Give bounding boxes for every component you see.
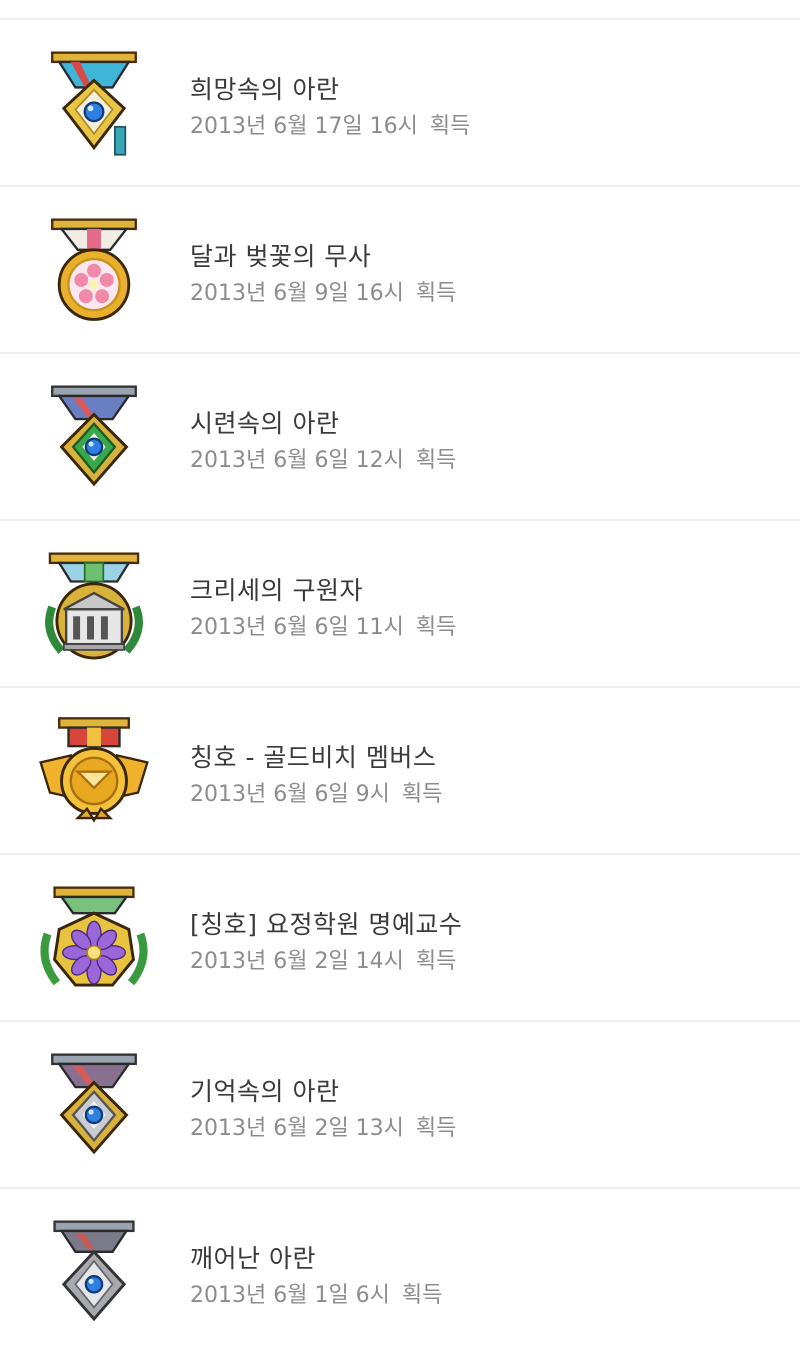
achievement-status: 획득 [415,615,457,640]
achievement-status: 획득 [401,1283,443,1308]
achievement-date: 2013년 6월 2일 13시 [190,1116,404,1141]
achievement-list: 희망속의 아란 2013년 6월 17일 16시 획득 달과 벚꽃의 무사 20… [0,0,800,1347]
achievement-title: 달과 벚꽃의 무사 [190,242,372,271]
achievement-date: 2013년 6월 6일 9시 [190,782,390,807]
achievement-meta: 2013년 6월 1일 6시 획득 [190,1277,442,1309]
temple-laurel-medal-icon [36,549,152,665]
list-item[interactable]: 크리세의 구원자 2013년 6월 6일 11시 획득 [0,521,800,688]
achievement-status: 획득 [401,782,443,807]
list-item[interactable]: 희망속의 아란 2013년 6월 17일 16시 획득 [0,20,800,187]
achievement-status: 획득 [415,448,457,473]
list-item[interactable]: 칭호 - 골드비치 멤버스 2013년 6월 6일 9시 획득 [0,688,800,855]
achievement-meta: 2013년 6월 6일 9시 획득 [190,776,442,808]
achievement-meta: 2013년 6월 9일 16시 획득 [190,275,456,307]
list-item[interactable]: 깨어난 아란 2013년 6월 1일 6시 획득 [0,1189,800,1356]
achievement-meta: 2013년 6월 17일 16시 획득 [190,108,470,140]
achievement-title: 시련속의 아란 [190,409,340,438]
achievement-meta: 2013년 6월 6일 12시 획득 [190,442,456,474]
achievement-title: 크리세의 구원자 [190,576,363,605]
achievement-title: 희망속의 아란 [190,75,340,104]
purple-flower-medal-icon [36,883,152,999]
achievement-title: 기억속의 아란 [190,1077,340,1106]
sapphire-silver-medal-icon [36,1050,152,1166]
achievement-date: 2013년 6월 2일 14시 [190,949,404,974]
achievement-meta: 2013년 6월 2일 14시 획득 [190,943,456,975]
achievement-date: 2013년 6월 6일 11시 [190,615,404,640]
achievement-title: 칭호 - 골드비치 멤버스 [190,743,437,772]
achievement-status: 획득 [415,949,457,974]
gold-winged-medal-icon [36,716,152,832]
achievement-meta: 2013년 6월 6일 11시 획득 [190,609,456,641]
sapphire-plain-medal-icon [36,1217,152,1333]
list-item[interactable]: 달과 벚꽃의 무사 2013년 6월 9일 16시 획득 [0,187,800,354]
achievement-status: 획득 [415,281,457,306]
achievement-date: 2013년 6월 6일 12시 [190,448,404,473]
achievement-date: 2013년 6월 1일 6시 [190,1283,390,1308]
sapphire-gold-medal-icon [36,48,152,164]
list-item[interactable]: [칭호] 요정학원 명예교수 2013년 6월 2일 14시 획득 [0,855,800,1022]
achievement-date: 2013년 6월 9일 16시 [190,281,404,306]
sapphire-green-medal-icon [36,382,152,498]
achievement-title: [칭호] 요정학원 명예교수 [190,910,463,939]
list-item[interactable]: 시련속의 아란 2013년 6월 6일 12시 획득 [0,354,800,521]
list-item[interactable]: 기억속의 아란 2013년 6월 2일 13시 획득 [0,1022,800,1189]
achievement-date: 2013년 6월 17일 16시 [190,114,418,139]
achievement-title: 깨어난 아란 [190,1244,316,1273]
cherry-blossom-medal-icon [36,215,152,331]
achievement-meta: 2013년 6월 2일 13시 획득 [190,1110,456,1142]
achievement-status: 획득 [429,114,471,139]
achievement-status: 획득 [415,1116,457,1141]
